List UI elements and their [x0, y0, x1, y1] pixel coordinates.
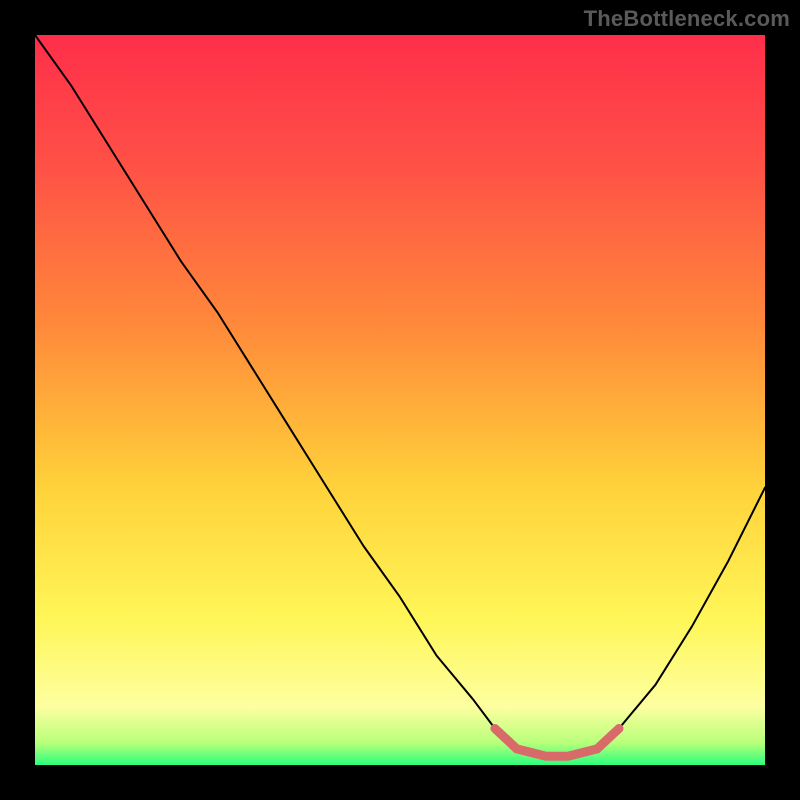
watermark-text: TheBottleneck.com: [584, 6, 790, 32]
chart-svg: [35, 35, 765, 765]
plot-area: [35, 35, 765, 765]
chart-container: TheBottleneck.com: [0, 0, 800, 800]
gradient-background: [35, 35, 765, 765]
